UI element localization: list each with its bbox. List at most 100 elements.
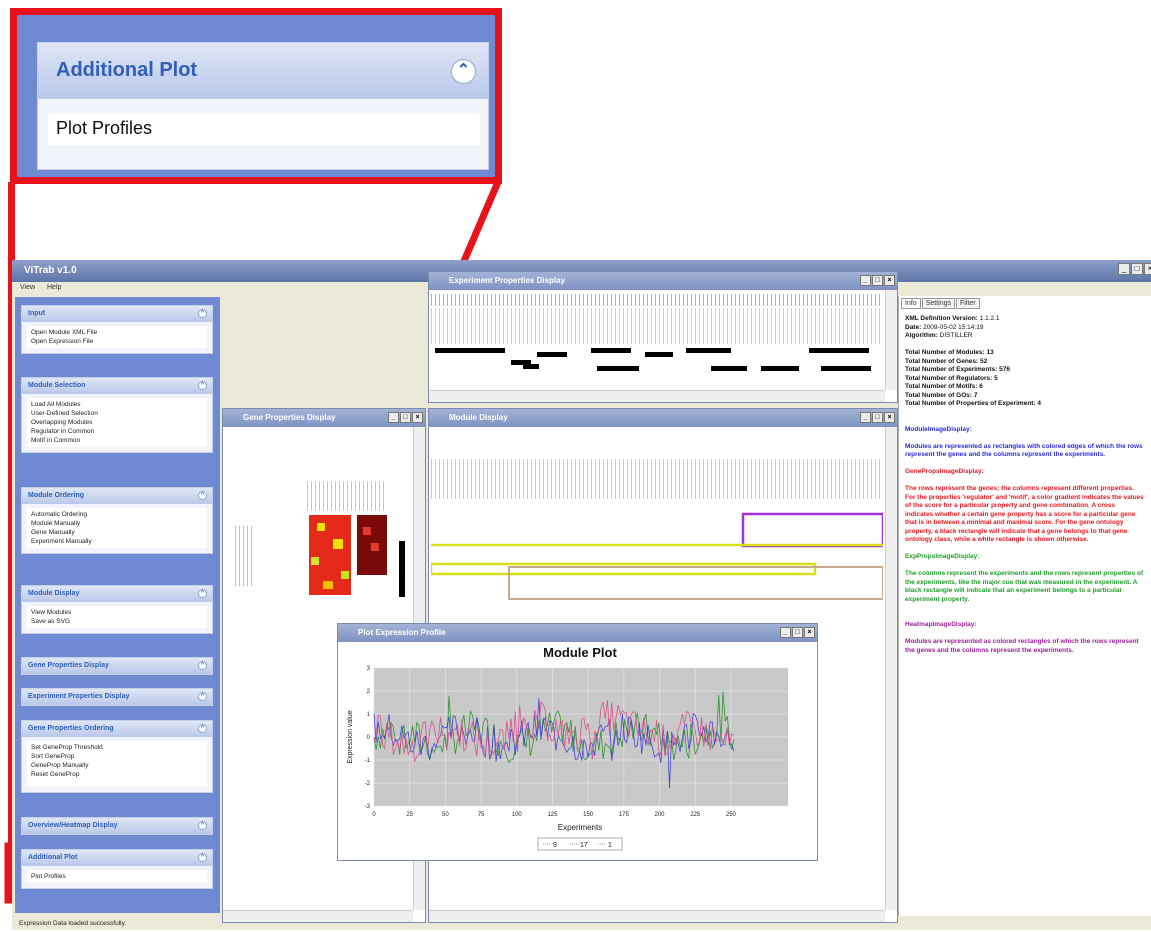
maximize-icon[interactable]: □ xyxy=(872,275,883,286)
maximize-icon[interactable]: □ xyxy=(792,627,803,638)
collapse-icon[interactable]: ^ xyxy=(198,853,207,862)
heat-cell xyxy=(317,523,325,531)
sidebar-link[interactable]: Sort GeneProp xyxy=(31,752,203,761)
sidebar-link[interactable]: Overlapping Modules xyxy=(31,418,203,427)
section-header[interactable]: Input ^ xyxy=(22,306,212,322)
maximize-icon[interactable]: □ xyxy=(1131,263,1143,275)
minimize-icon[interactable]: _ xyxy=(860,412,871,423)
sidebar-link[interactable]: Plot Profiles xyxy=(31,872,203,881)
legend-label: 1 xyxy=(608,842,612,849)
section-header[interactable]: Module Ordering ^ xyxy=(22,488,212,504)
heat-cell xyxy=(363,527,371,535)
tab-info[interactable]: Info xyxy=(901,298,921,309)
menu-view[interactable]: View xyxy=(20,284,35,291)
x-tick-label: 225 xyxy=(690,812,701,818)
sidebar-link[interactable]: Module Manually xyxy=(31,519,203,528)
section-title: Additional Plot xyxy=(28,854,78,861)
info-block-text: Modules are represented as colored recta… xyxy=(905,638,1139,654)
sidebar-section-overview-heatmap: Overview/Heatmap Display ^ xyxy=(21,817,213,835)
tab-filter[interactable]: Filter xyxy=(955,298,980,309)
vertical-scrollbar[interactable] xyxy=(885,427,897,910)
close-icon[interactable]: × xyxy=(412,412,423,423)
minimize-icon[interactable]: _ xyxy=(780,627,791,638)
section-header[interactable]: Experiment Properties Display ^ xyxy=(22,689,212,705)
info-text: XML Definition Version: 1.1.2.1 Date: 20… xyxy=(899,311,1151,659)
x-tick-label: 125 xyxy=(547,812,558,818)
heat-cell xyxy=(323,581,333,589)
collapse-icon[interactable]: ^ xyxy=(198,589,207,598)
exp-prop-bar xyxy=(597,366,639,371)
collapse-icon[interactable]: ^ xyxy=(198,821,207,830)
tab-settings[interactable]: Settings xyxy=(921,298,955,309)
info-total: Total Number of Regulators: 5 xyxy=(905,374,998,382)
collapse-icon[interactable]: ^ xyxy=(198,491,207,500)
sidebar-link[interactable]: Regulator in Common xyxy=(31,427,203,436)
close-icon[interactable]: × xyxy=(1144,263,1151,275)
sidebar-link[interactable]: GeneProp Manually xyxy=(31,761,203,770)
info-total: Total Number of Modules: 13 xyxy=(905,349,994,356)
collapse-icon[interactable]: ^ xyxy=(198,661,207,670)
sidebar-section-gene-properties-display: Gene Properties Display ^ xyxy=(21,657,213,675)
sidebar-section-module-ordering: Module Ordering ^ Automatic Ordering Modu… xyxy=(21,487,213,554)
window-title: Module Display _ □ × xyxy=(429,409,897,427)
horizontal-scrollbar[interactable] xyxy=(429,390,885,402)
collapse-icon[interactable]: ^ xyxy=(198,724,207,733)
sidebar-link[interactable]: Load All Modules xyxy=(31,400,203,409)
sidebar-link[interactable]: Open Expression File xyxy=(31,337,203,346)
horizontal-scrollbar[interactable] xyxy=(223,910,413,922)
section-body: View Modules Save as SVG xyxy=(27,606,207,628)
experiment-ids-strip xyxy=(431,308,883,344)
window-buttons: _ □ × xyxy=(860,412,895,423)
go-bar xyxy=(399,541,405,597)
sidebar-link[interactable]: Save as SVG xyxy=(31,617,203,626)
minimize-icon[interactable]: _ xyxy=(1118,263,1130,275)
exp-prop-bar xyxy=(711,366,747,371)
section-header[interactable]: Additional Plot ^ xyxy=(22,850,212,866)
section-header[interactable]: Gene Properties Display ^ xyxy=(22,658,212,674)
heat-cell xyxy=(341,571,349,579)
sidebar-link[interactable]: Set GeneProp Threshold xyxy=(31,743,203,752)
x-tick-label: 75 xyxy=(478,812,485,818)
close-icon[interactable]: × xyxy=(804,627,815,638)
sidebar-link[interactable]: View Modules xyxy=(31,608,203,617)
info-block-title: ModuleImageDisplay: xyxy=(905,425,972,433)
minimize-icon[interactable]: _ xyxy=(388,412,399,423)
window-title-text: Plot Expression Profile xyxy=(358,628,446,637)
app-window-buttons: _ □ × xyxy=(1118,263,1151,275)
y-tick-label: 0 xyxy=(367,735,371,741)
y-tick-label: -2 xyxy=(365,781,371,787)
section-header[interactable]: Overview/Heatmap Display ^ xyxy=(22,818,212,834)
sidebar-section-gene-properties-ordering: Gene Properties Ordering ^ Set GeneProp T… xyxy=(21,720,213,793)
plot-expression-window: Plot Expression Profile _ □ × Module Plot … xyxy=(337,623,818,861)
sidebar-link[interactable]: Reset GeneProp xyxy=(31,770,203,779)
collapse-icon[interactable]: ^ xyxy=(198,692,207,701)
maximize-icon[interactable]: □ xyxy=(872,412,883,423)
sidebar-link[interactable]: User-Defined Selection xyxy=(31,409,203,418)
horizontal-scrollbar[interactable] xyxy=(429,910,885,922)
x-axis-label: Experiments xyxy=(558,823,602,832)
collapse-icon[interactable]: ^ xyxy=(198,381,207,390)
sidebar-section-module-selection: Module Selection ^ Load All Modules User-… xyxy=(21,377,213,453)
close-icon[interactable]: × xyxy=(884,412,895,423)
x-tick-label: 25 xyxy=(406,812,413,818)
exp-prop-bar xyxy=(761,366,799,371)
exp-prop-bar xyxy=(537,352,567,357)
sidebar-link[interactable]: Gene Manually xyxy=(31,528,203,537)
collapse-icon[interactable]: ^ xyxy=(198,309,207,318)
sidebar-link[interactable]: Automatic Ordering xyxy=(31,510,203,519)
info-block-title: ExpPropsImageDisplay: xyxy=(905,553,980,560)
maximize-icon[interactable]: □ xyxy=(400,412,411,423)
sidebar-link[interactable]: Experiment Manually xyxy=(31,537,203,546)
info-block-title: GenePropsImageDisplay: xyxy=(905,468,984,475)
minimize-icon[interactable]: _ xyxy=(860,275,871,286)
section-header[interactable]: Module Selection ^ xyxy=(22,378,212,394)
section-header[interactable]: Gene Properties Ordering ^ xyxy=(22,721,212,737)
y-axis-label: Expression value xyxy=(347,710,354,763)
sidebar-link[interactable]: Open Module XML File xyxy=(31,328,203,337)
menu-help[interactable]: Help xyxy=(47,284,61,291)
sidebar-link[interactable]: Motif in Common xyxy=(31,436,203,445)
vertical-scrollbar[interactable] xyxy=(885,290,897,390)
section-header[interactable]: Module Display ^ xyxy=(22,586,212,602)
close-icon[interactable]: × xyxy=(884,275,895,286)
sidebar-section-additional-plot: Additional Plot ^ Plot Profiles xyxy=(21,849,213,889)
